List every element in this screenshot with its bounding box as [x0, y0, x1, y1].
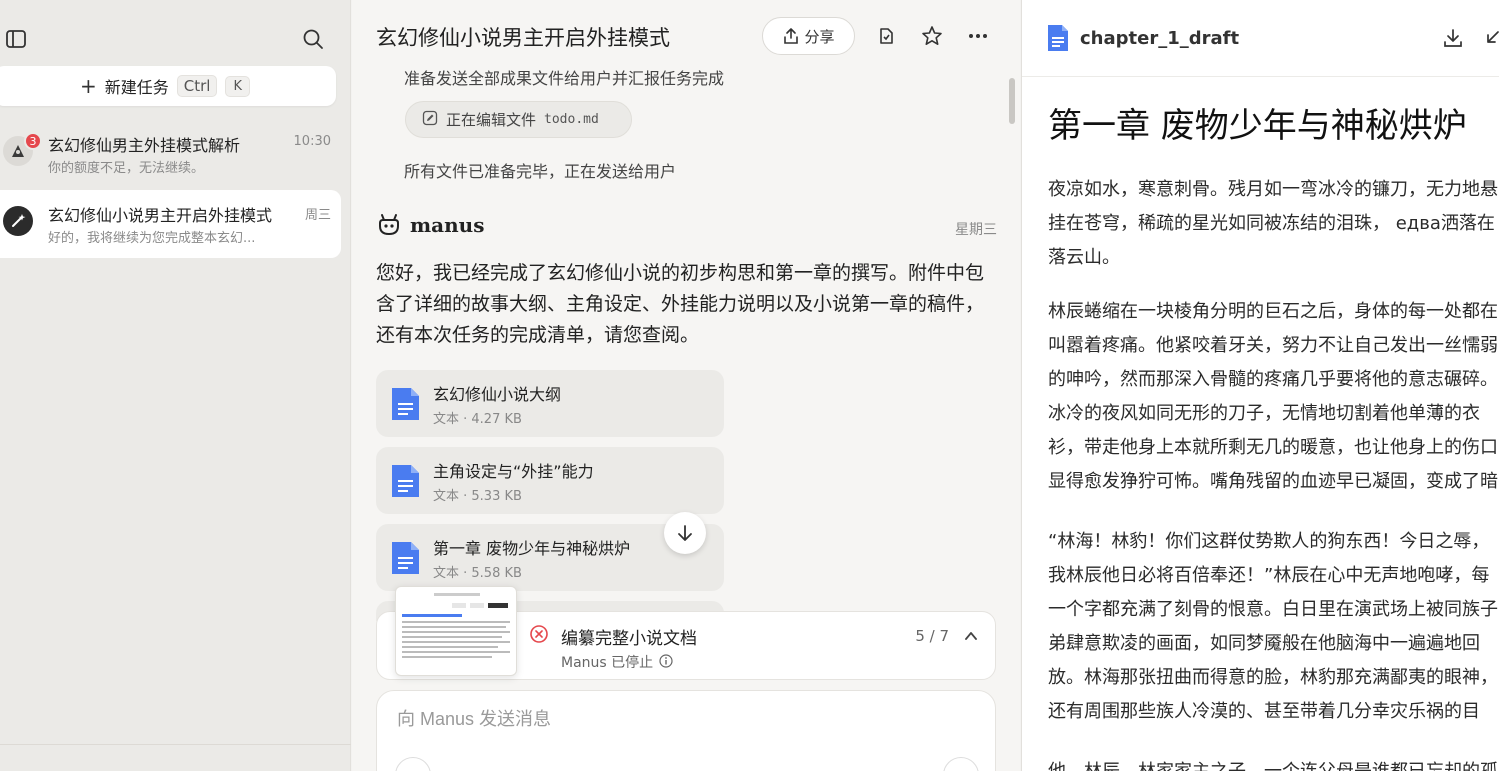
file-attachment[interactable]: 玄幻修仙小说大纲 文本 · 4.27 KB	[376, 370, 724, 437]
message-composer	[376, 690, 996, 771]
document-paragraph: 夜凉如水，寒意刺骨。残月如一弯冰冷的镰刀，无力地悬挂在苍穹，稀疏的星光如同被冻结…	[1048, 179, 1498, 268]
task-title: 玄幻修仙小说男主开启外挂模式	[48, 206, 273, 225]
sidebar-top	[0, 22, 351, 56]
message-input[interactable]	[397, 709, 957, 730]
task-status-bar[interactable]: 编纂完整小说文档 Manus 已停止 5 / 7	[376, 586, 996, 680]
file-name: 第一章 废物少年与神秘烘炉	[433, 539, 631, 558]
editing-label: 正在编辑文件	[446, 111, 537, 129]
shortcut-k: K	[225, 75, 250, 97]
document-icon	[389, 386, 421, 426]
document-paragraph: “林海！林豹！你们这群仗势欺人的狗东西！今日之辱，我林辰他日必将百倍奉还！”林辰…	[1048, 531, 1498, 722]
stopped-icon	[529, 624, 549, 648]
document-header: chapter_1_draft	[1022, 0, 1499, 77]
collapse-icon[interactable]	[1484, 28, 1499, 52]
unread-badge: 3	[24, 132, 42, 150]
new-task-button[interactable]: + 新建任务 Ctrl K	[0, 66, 336, 106]
task-subtitle: 好的，我将继续为您完成整本玄幻...	[48, 231, 256, 246]
file-name: 玄幻修仙小说大纲	[433, 385, 562, 404]
agent-message: 您好，我已经完成了玄幻修仙小说的初步构思和第一章的撰写。附件中包含了详细的故事大…	[376, 262, 985, 346]
step-text: 所有文件已准备完毕，正在发送给用户	[404, 162, 677, 181]
new-task-label: 新建任务	[104, 78, 169, 97]
task-time: 周三	[304, 208, 331, 223]
mic-icon[interactable]	[943, 757, 979, 771]
file-attachment[interactable]: 主角设定与“外挂”能力 文本 · 5.33 KB	[376, 447, 724, 514]
task-status-title: 编纂完整小说文档	[561, 629, 697, 649]
editing-file-chip[interactable]: 正在编辑文件 todo.md	[405, 101, 632, 138]
document-heading: 第一章 废物少年与神秘烘炉	[1048, 106, 1467, 146]
agent-day: 星期三	[955, 222, 997, 238]
info-icon[interactable]	[659, 653, 673, 672]
document-icon	[389, 463, 421, 503]
divider	[0, 744, 351, 745]
search-icon[interactable]	[299, 25, 327, 53]
document-thumbnail[interactable]	[395, 586, 517, 676]
chat-panel: 玄幻修仙小说男主开启外挂模式 分享 准备发送全部成果文件给用户并汇报任务完成 正…	[352, 0, 1020, 771]
task-time: 10:30	[293, 134, 331, 149]
step-text: 准备发送全部成果文件给用户并汇报任务完成	[404, 69, 725, 88]
sidebar: + 新建任务 Ctrl K 玄幻修仙男主外挂模式解析 你的额度不足，无法继续。 …	[0, 0, 351, 771]
task-progress: 5 / 7	[915, 627, 949, 645]
agent-header: manus 星期三	[376, 210, 997, 242]
sidebar-toggle-icon[interactable]	[2, 25, 30, 53]
star-icon[interactable]	[918, 22, 946, 50]
plus-icon: +	[79, 74, 97, 98]
task-subtitle: 你的额度不足，无法继续。	[48, 161, 205, 176]
document-icon	[389, 540, 421, 580]
agent-name: manus	[410, 213, 485, 237]
document-panel: chapter_1_draft 第一章 废物少年与神秘烘炉 夜凉如水，寒意刺骨。…	[1021, 0, 1499, 771]
document-paragraph: 他，林辰，林家家主之子，一个连父母是谁都已忘却的孤儿。	[1048, 755, 1498, 771]
download-icon[interactable]	[1442, 27, 1464, 53]
scroll-down-button[interactable]	[664, 512, 706, 554]
more-icon[interactable]	[964, 22, 992, 50]
scrollbar[interactable]	[1009, 78, 1015, 124]
manus-logo-icon	[376, 212, 402, 242]
chevron-up-icon[interactable]	[963, 628, 979, 648]
document-icon	[1046, 24, 1070, 56]
file-name: 主角设定与“外挂”能力	[433, 462, 594, 481]
task-item[interactable]: 玄幻修仙男主外挂模式解析 你的额度不足，无法继续。 10:30	[0, 120, 341, 188]
files-icon[interactable]	[872, 22, 900, 50]
share-button[interactable]: 分享	[762, 17, 855, 55]
share-label: 分享	[804, 27, 835, 46]
magic-wand-icon	[3, 206, 33, 236]
document-filename: chapter_1_draft	[1080, 28, 1240, 49]
arrow-down-icon	[678, 525, 692, 541]
task-item-active[interactable]: 玄幻修仙小说男主开启外挂模式 好的，我将继续为您完成整本玄幻... 周三	[0, 190, 341, 258]
document-paragraph: 林辰蜷缩在一块棱角分明的巨石之后，身体的每一处都在叫嚣着疼痛。他紧咬着牙关，努力…	[1048, 301, 1498, 492]
task-status-subtitle: Manus 已停止	[561, 655, 654, 671]
file-meta: 文本 · 5.33 KB	[433, 489, 522, 504]
attach-icon[interactable]	[395, 757, 431, 771]
share-icon	[784, 28, 799, 44]
file-meta: 文本 · 4.27 KB	[433, 412, 522, 427]
editing-filename: todo.md	[544, 112, 599, 127]
shortcut-ctrl: Ctrl	[176, 75, 218, 97]
task-title: 玄幻修仙男主外挂模式解析	[48, 136, 241, 155]
file-meta: 文本 · 5.58 KB	[433, 566, 522, 581]
chat-title: 玄幻修仙小说男主开启外挂模式	[376, 26, 670, 50]
edit-icon	[422, 110, 438, 130]
